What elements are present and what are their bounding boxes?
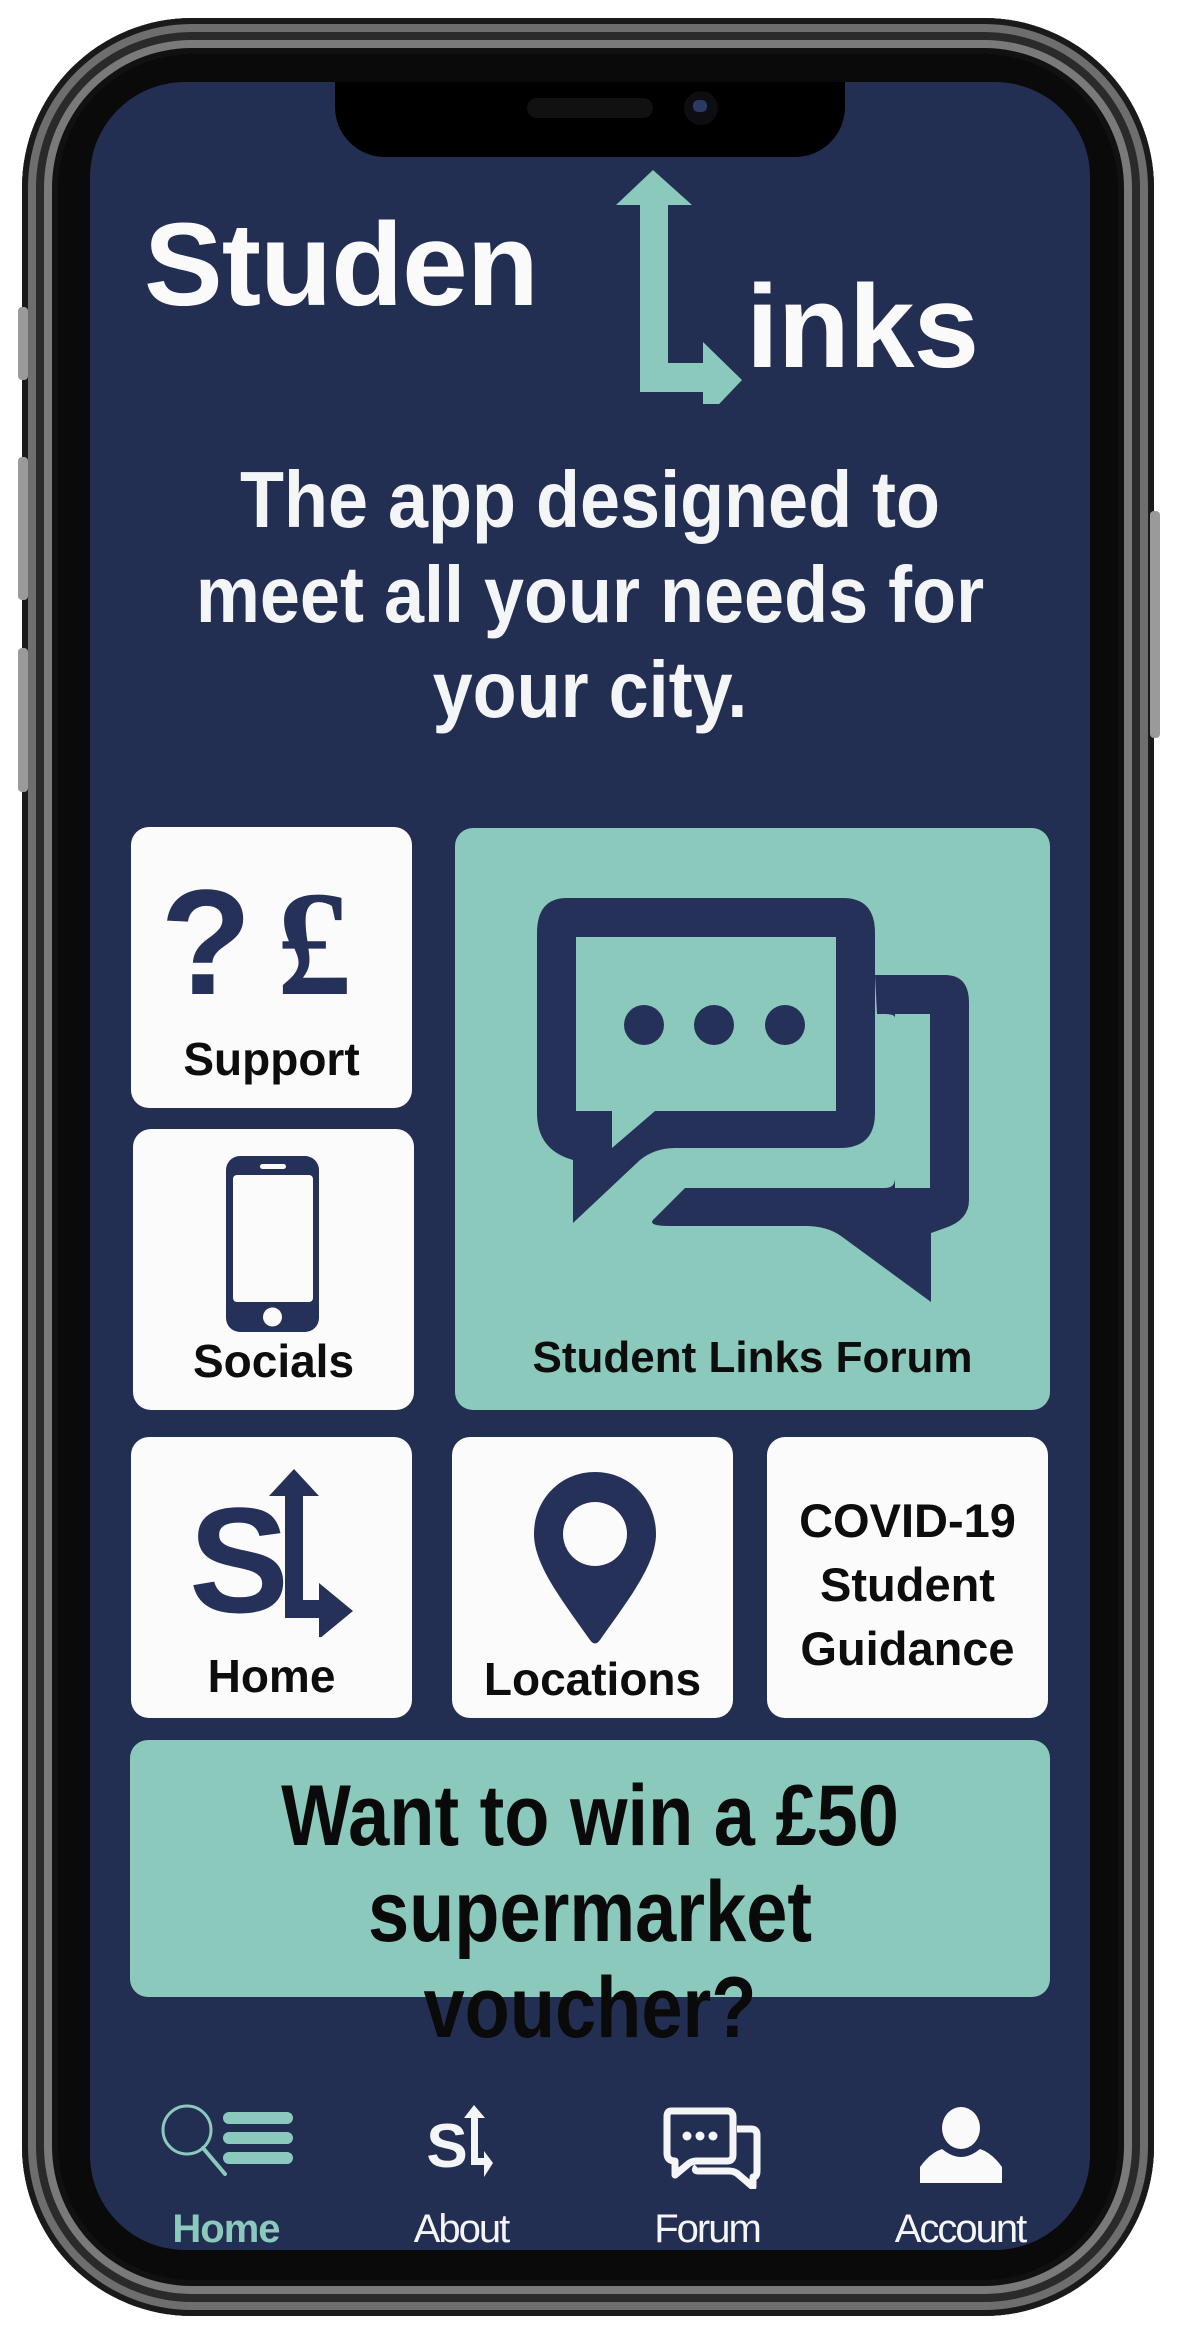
- tagline-line: meet all your needs for: [195, 550, 985, 639]
- search-list-icon: [161, 2104, 293, 2176]
- covid-label: COVID-19 Student Guidance: [767, 1489, 1048, 1681]
- nav-account[interactable]: Account: [875, 2102, 1045, 2250]
- volume-down-button: [18, 648, 28, 792]
- support-tile[interactable]: ? £ Support: [131, 827, 412, 1108]
- covid-label-line: Student: [820, 1558, 995, 1611]
- nav-forum[interactable]: Forum: [622, 2102, 792, 2250]
- covid-label-line: COVID-19: [799, 1494, 1016, 1547]
- logo-arrow-icon: [616, 170, 742, 404]
- banner-line: supermarket voucher?: [367, 1864, 812, 2056]
- locations-label: Locations: [483, 1653, 702, 1705]
- user-icon: [920, 2107, 1002, 2183]
- nav-account-label: Account: [894, 2207, 1028, 2250]
- sl-logo-icon: S: [191, 1469, 353, 1637]
- home-label: Home: [207, 1650, 336, 1702]
- locations-tile[interactable]: Locations: [452, 1437, 733, 1718]
- tagline: The app designed to meet all your needs …: [90, 452, 1090, 737]
- nav-about[interactable]: S About: [376, 2102, 546, 2250]
- covid-label-line: Guidance: [800, 1622, 1015, 1675]
- voucher-banner[interactable]: Want to win a £50 supermarket voucher?: [130, 1740, 1050, 2056]
- question-pound-icon: ? £: [161, 877, 352, 1007]
- tagline-line: The app designed to: [239, 455, 941, 544]
- nav-home[interactable]: Home: [141, 2102, 311, 2250]
- chat-bubbles-icon: [663, 2107, 761, 2189]
- home-tile[interactable]: S Home: [131, 1437, 412, 1718]
- svg-text:?: ?: [161, 877, 252, 1007]
- svg-text:S: S: [427, 2112, 468, 2181]
- sl-logo-icon: S: [427, 2105, 493, 2181]
- volume-up-button: [18, 457, 28, 600]
- svg-text:£: £: [277, 877, 352, 1007]
- forum-tile[interactable]: Student Links Forum: [455, 828, 1050, 1410]
- logo-text-inks: inks: [746, 261, 979, 393]
- app-logo: Studen inks: [90, 82, 1090, 412]
- covid-guidance-tile[interactable]: COVID-19 Student Guidance: [767, 1437, 1048, 1718]
- support-label: Support: [183, 1033, 360, 1085]
- socials-label: Socials: [192, 1335, 355, 1387]
- map-pin-icon: [534, 1472, 656, 1644]
- tagline-line: your city.: [432, 645, 748, 734]
- socials-tile[interactable]: Socials: [133, 1129, 414, 1410]
- chat-bubbles-icon: [537, 898, 969, 1302]
- mute-switch: [18, 307, 28, 380]
- banner-line: Want to win a £50: [281, 1768, 899, 1864]
- voucher-banner-text: Want to win a £50 supermarket voucher?: [130, 1768, 1050, 2056]
- svg-text:S: S: [191, 1476, 289, 1637]
- nav-about-label: About: [413, 2207, 511, 2250]
- smartphone-icon: [226, 1156, 319, 1332]
- nav-home-label: Home: [172, 2207, 280, 2250]
- nav-forum-label: Forum: [654, 2207, 762, 2250]
- forum-label: Student Links Forum: [532, 1333, 973, 1382]
- logo-text-student: Studen: [144, 199, 539, 331]
- app-screen: Studen inks The app designed to meet all…: [90, 82, 1090, 2250]
- power-button: [1150, 511, 1160, 738]
